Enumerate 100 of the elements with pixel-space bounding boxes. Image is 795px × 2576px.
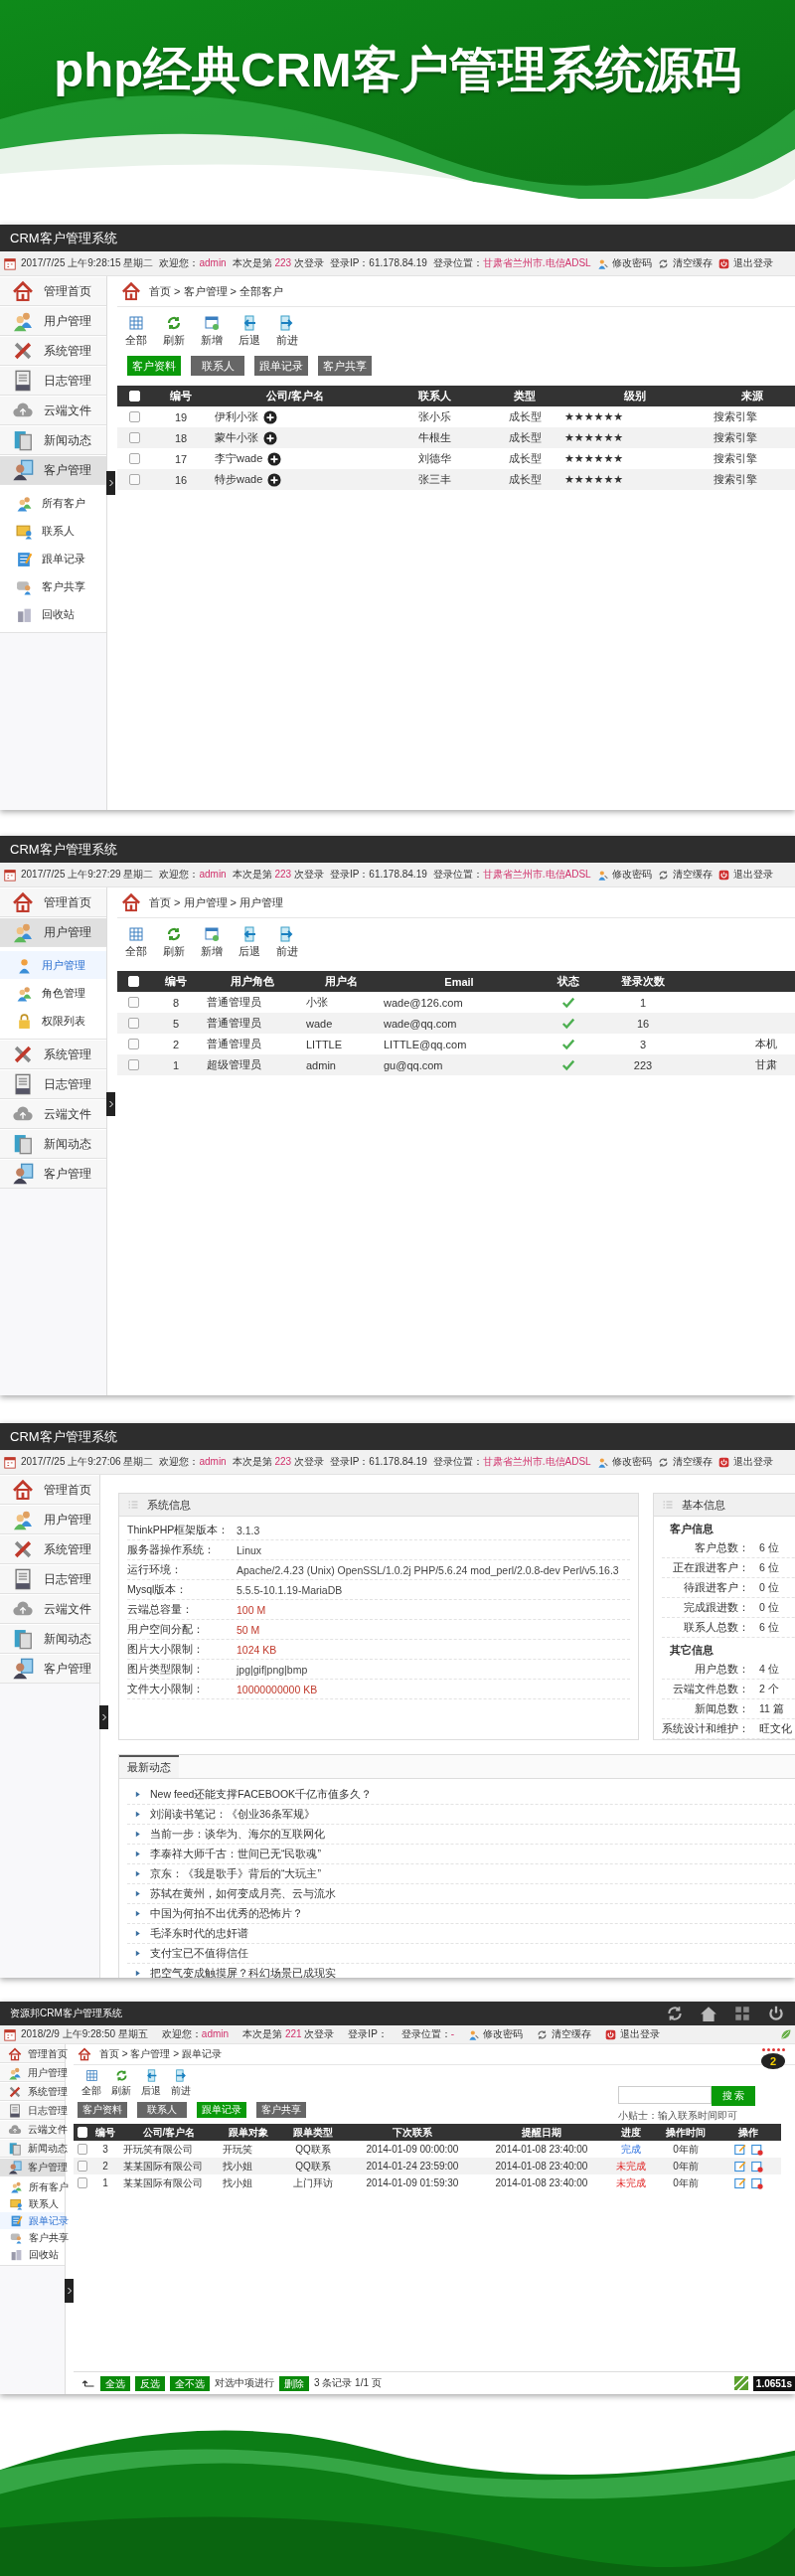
sidebar-subitem[interactable]: 回收站 xyxy=(0,600,106,628)
tab[interactable]: 客户资料 xyxy=(78,2102,127,2118)
header-link[interactable]: 修改密码 xyxy=(596,256,652,270)
sidebar-subitem[interactable]: 所有客户 xyxy=(0,489,106,517)
toolbar-button[interactable]: 前进 xyxy=(276,315,298,348)
footer-button[interactable]: 反选 xyxy=(135,2375,165,2391)
notice-badge[interactable]: 2 xyxy=(761,2053,785,2069)
news-link[interactable]: 李泰祥大师千古：世间已无“民歌魂” xyxy=(150,1847,321,1861)
header-link[interactable]: 修改密码 xyxy=(596,1455,652,1469)
search-button[interactable]: 搜 索 xyxy=(712,2086,755,2106)
delete-button[interactable]: 删除 xyxy=(279,2375,309,2391)
header-link[interactable]: 退出登录 xyxy=(717,1455,773,1469)
row-checkbox[interactable] xyxy=(127,1059,139,1070)
delete-icon[interactable] xyxy=(750,2160,763,2173)
footer-button[interactable]: 全选 xyxy=(100,2375,130,2391)
toolbar-button[interactable]: 后退 xyxy=(238,926,260,959)
grid-icon[interactable] xyxy=(733,2005,751,2022)
row-checkbox[interactable] xyxy=(78,2177,87,2188)
select-all-checkbox[interactable] xyxy=(78,2127,87,2138)
news-link[interactable]: 刘润读书笔记：《创业36条军规》 xyxy=(150,1807,315,1822)
news-link[interactable]: 毛泽东时代的忠奸谱 xyxy=(150,1926,248,1941)
search-field[interactable] xyxy=(618,2086,712,2104)
news-link[interactable]: 当前一步：谈华为、海尔的互联网化 xyxy=(150,1827,325,1842)
collapse-toggle[interactable] xyxy=(106,471,115,495)
toolbar-button[interactable]: 刷新 xyxy=(111,2069,131,2098)
sidebar-item[interactable]: 日志管理 xyxy=(0,1564,99,1594)
tab[interactable]: 联系人 xyxy=(137,2102,187,2118)
tab[interactable]: 客户资料 xyxy=(127,356,181,376)
footer-button[interactable]: 全不选 xyxy=(170,2375,210,2391)
row-checkbox[interactable] xyxy=(128,453,140,464)
news-link[interactable]: 京东：《我是歌手》背后的“大玩主” xyxy=(150,1866,321,1881)
sidebar-subitem[interactable]: 角色管理 xyxy=(0,979,106,1007)
edit-icon[interactable] xyxy=(733,2176,746,2189)
sidebar-item[interactable]: 日志管理 xyxy=(0,366,106,396)
header-link[interactable]: 修改密码 xyxy=(596,868,652,882)
sidebar-item[interactable]: 管理首页 xyxy=(0,1475,99,1505)
header-link[interactable]: 清空缓存 xyxy=(657,256,713,270)
sidebar-item[interactable]: 云端文件 xyxy=(0,1594,99,1624)
plus-icon[interactable] xyxy=(263,430,277,445)
sidebar-subitem[interactable]: 回收站 xyxy=(0,2246,65,2263)
news-link[interactable]: 中国为何拍不出优秀的恐怖片？ xyxy=(150,1906,303,1921)
sidebar-subitem[interactable]: 联系人 xyxy=(0,517,106,545)
news-link[interactable]: New feed还能支撑FACEBOOK千亿市值多久？ xyxy=(150,1787,373,1802)
collapse-toggle[interactable] xyxy=(99,1705,108,1729)
toolbar-button[interactable]: 前进 xyxy=(276,926,298,959)
tab[interactable]: 客户共享 xyxy=(318,356,372,376)
plus-icon[interactable] xyxy=(263,409,277,424)
sidebar-item[interactable]: 用户管理 xyxy=(0,917,106,947)
row-checkbox[interactable] xyxy=(127,1039,139,1049)
sidebar-subitem[interactable]: 跟单记录 xyxy=(0,545,106,572)
sidebar-item[interactable]: 新闻动态 xyxy=(0,1129,106,1159)
tab[interactable]: 跟单记录 xyxy=(254,356,308,376)
row-checkbox[interactable] xyxy=(128,474,140,485)
collapse-toggle[interactable] xyxy=(106,1092,115,1116)
tab[interactable]: 跟单记录 xyxy=(197,2102,246,2118)
tab[interactable]: 客户共享 xyxy=(256,2102,306,2118)
row-checkbox[interactable] xyxy=(78,2161,87,2172)
news-tab[interactable]: 最新动态 xyxy=(119,1755,179,1778)
sidebar-item[interactable]: 系统管理 xyxy=(0,1534,99,1564)
toolbar-button[interactable]: 全部 xyxy=(81,2069,101,2098)
sidebar-subitem[interactable]: 客户共享 xyxy=(0,572,106,600)
header-link[interactable]: 清空缓存 xyxy=(537,2027,592,2041)
news-link[interactable]: 支付宝已不值得信任 xyxy=(150,1946,248,1961)
sidebar-item[interactable]: 用户管理 xyxy=(0,306,106,336)
news-link[interactable]: 把空气变成触摸屏？科幻场景已成现实 xyxy=(150,1966,336,1978)
toolbar-button[interactable]: 刷新 xyxy=(163,926,185,959)
refresh-icon[interactable] xyxy=(666,2005,684,2022)
header-link[interactable]: 退出登录 xyxy=(717,868,773,882)
sidebar-item[interactable]: 系统管理 xyxy=(0,1040,106,1069)
select-all-checkbox[interactable] xyxy=(127,976,139,987)
header-link[interactable]: 清空缓存 xyxy=(657,1455,713,1469)
row-checkbox[interactable] xyxy=(128,432,140,443)
header-link[interactable]: 清空缓存 xyxy=(657,868,713,882)
row-checkbox[interactable] xyxy=(127,997,139,1008)
header-link[interactable]: 修改密码 xyxy=(468,2027,524,2041)
row-checkbox[interactable] xyxy=(78,2144,87,2155)
sidebar-item[interactable]: 云端文件 xyxy=(0,1099,106,1129)
sidebar-item[interactable]: 系统管理 xyxy=(0,336,106,366)
delete-icon[interactable] xyxy=(750,2143,763,2156)
plus-icon[interactable] xyxy=(267,472,282,487)
toolbar-button[interactable]: 刷新 xyxy=(163,315,185,348)
sidebar-item[interactable]: 用户管理 xyxy=(0,1505,99,1534)
row-checkbox[interactable] xyxy=(128,411,140,422)
edit-icon[interactable] xyxy=(733,2143,746,2156)
news-link[interactable]: 苏轼在黄州，如何变成月亮、云与流水 xyxy=(150,1886,336,1901)
edit-icon[interactable] xyxy=(733,2160,746,2173)
toolbar-button[interactable]: 后退 xyxy=(238,315,260,348)
toolbar-button[interactable]: 新增 xyxy=(201,315,223,348)
sidebar-item[interactable]: 客户管理 xyxy=(0,455,106,485)
sidebar-item[interactable]: 管理首页 xyxy=(0,276,106,306)
row-checkbox[interactable] xyxy=(127,1018,139,1029)
sidebar-subitem[interactable]: 权限列表 xyxy=(0,1007,106,1035)
header-link[interactable]: 退出登录 xyxy=(605,2027,661,2041)
sidebar-item[interactable]: 日志管理 xyxy=(0,1069,106,1099)
sidebar-subitem[interactable]: 联系人 xyxy=(0,2195,65,2212)
plus-icon[interactable] xyxy=(267,451,282,466)
sidebar-item[interactable]: 管理首页 xyxy=(0,887,106,917)
home-icon[interactable] xyxy=(700,2005,717,2022)
toolbar-button[interactable]: 后退 xyxy=(141,2069,161,2098)
collapse-toggle[interactable] xyxy=(65,2279,74,2303)
